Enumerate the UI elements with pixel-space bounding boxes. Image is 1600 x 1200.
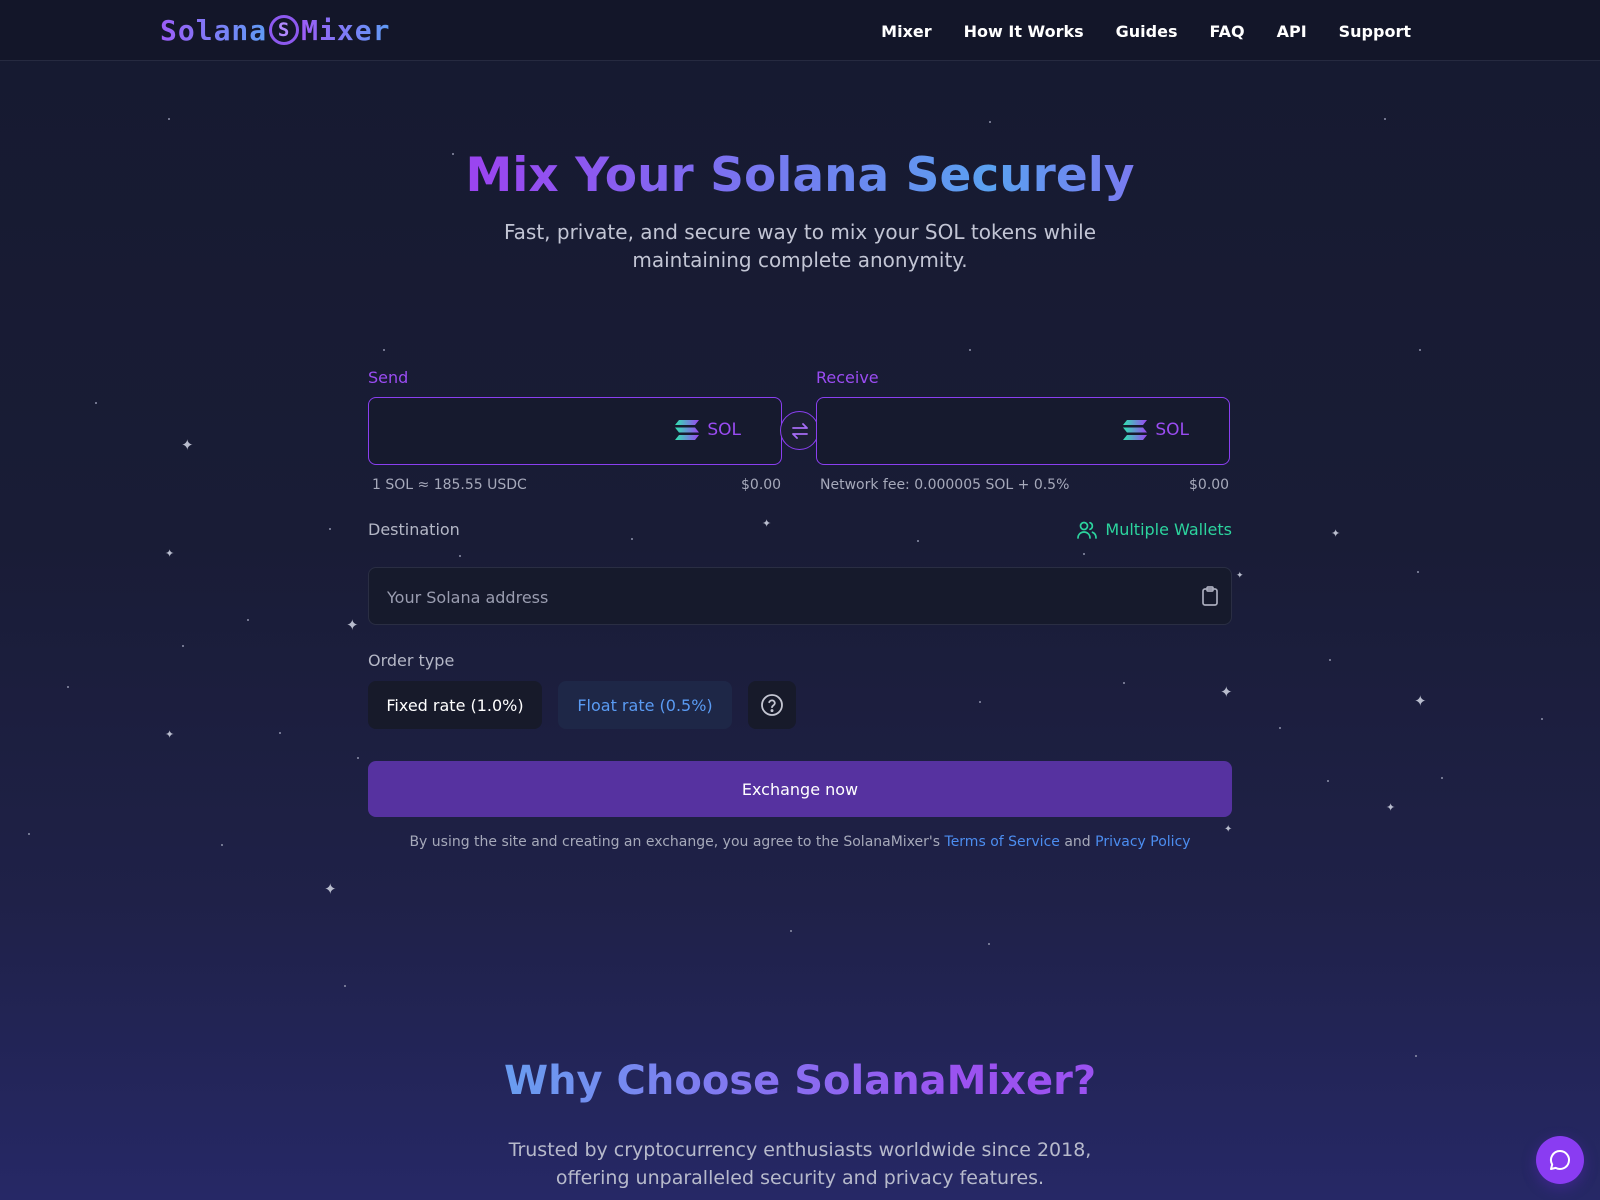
logo-mark-icon: S bbox=[269, 15, 300, 45]
why-section-subtitle: Trusted by cryptocurrency enthusiasts wo… bbox=[508, 1139, 1092, 1189]
swap-arrows-icon bbox=[791, 422, 808, 439]
hero-subtitle: Fast, private, and secure way to mix you… bbox=[503, 220, 1097, 272]
receive-currency: SOL bbox=[1155, 420, 1189, 440]
fixed-rate-button[interactable]: Fixed rate (1.0%) bbox=[368, 681, 542, 729]
exchange-rate: 1 SOL ≈ 185.55 USDC bbox=[372, 477, 527, 493]
terms-notice: By using the site and creating an exchan… bbox=[0, 834, 1600, 850]
order-type-help-button[interactable] bbox=[748, 681, 796, 729]
paste-button[interactable] bbox=[1201, 586, 1219, 610]
chat-button[interactable] bbox=[1536, 1136, 1584, 1184]
send-currency: SOL bbox=[707, 420, 741, 440]
logo-text-mixer: Mixer bbox=[301, 13, 391, 47]
swap-button[interactable] bbox=[780, 411, 819, 450]
destination-field bbox=[368, 567, 1232, 625]
receive-label: Receive bbox=[816, 368, 879, 387]
solana-icon bbox=[675, 420, 700, 440]
logo-text-solana: Solana bbox=[160, 13, 268, 47]
network-fee: Network fee: 0.000005 SOL + 0.5% bbox=[820, 477, 1070, 493]
clipboard-icon bbox=[1202, 586, 1218, 606]
users-icon bbox=[1077, 521, 1098, 539]
solana-icon bbox=[1123, 420, 1148, 440]
receive-currency-selector[interactable]: SOL bbox=[1123, 420, 1189, 440]
multiple-wallets-button[interactable]: Multiple Wallets bbox=[1077, 520, 1232, 539]
terms-of-service-link[interactable]: Terms of Service bbox=[945, 834, 1060, 850]
why-section-title: Why Choose SolanaMixer? bbox=[0, 1058, 1600, 1104]
hero-title: Mix Your Solana Securely bbox=[0, 148, 1600, 203]
question-circle-icon bbox=[761, 694, 783, 716]
send-amount-box: SOL bbox=[368, 397, 782, 465]
nav-guides[interactable]: Guides bbox=[1116, 22, 1178, 41]
terms-and: and bbox=[1059, 834, 1096, 850]
float-rate-button[interactable]: Float rate (0.5%) bbox=[558, 681, 732, 729]
nav-support[interactable]: Support bbox=[1339, 22, 1411, 41]
send-label: Send bbox=[368, 368, 409, 387]
receive-amount-box: SOL bbox=[816, 397, 1230, 465]
main-nav: Mixer How It Works Guides FAQ API Suppor… bbox=[881, 22, 1411, 41]
send-usd-value: $0.00 bbox=[741, 477, 782, 493]
terms-prefix: By using the site and creating an exchan… bbox=[409, 834, 945, 850]
chat-bubble-icon bbox=[1550, 1150, 1571, 1170]
nav-api[interactable]: API bbox=[1277, 22, 1307, 41]
nav-how-it-works[interactable]: How It Works bbox=[964, 22, 1084, 41]
order-type-label: Order type bbox=[368, 651, 455, 670]
destination-address-input[interactable] bbox=[385, 582, 1169, 612]
site-logo[interactable]: Solana S Mixer bbox=[160, 10, 390, 50]
multiple-wallets-label: Multiple Wallets bbox=[1105, 520, 1232, 539]
nav-faq[interactable]: FAQ bbox=[1210, 22, 1245, 41]
receive-amount-input[interactable] bbox=[831, 416, 1095, 448]
top-navbar: Solana S Mixer Mixer How It Works Guides… bbox=[0, 0, 1600, 61]
receive-usd-value: $0.00 bbox=[1189, 477, 1230, 493]
send-amount-input[interactable] bbox=[383, 416, 647, 448]
destination-label: Destination bbox=[368, 520, 460, 539]
send-currency-selector[interactable]: SOL bbox=[675, 420, 741, 440]
exchange-now-button[interactable]: Exchange now bbox=[368, 761, 1232, 817]
nav-mixer[interactable]: Mixer bbox=[881, 22, 931, 41]
privacy-policy-link[interactable]: Privacy Policy bbox=[1095, 834, 1190, 850]
